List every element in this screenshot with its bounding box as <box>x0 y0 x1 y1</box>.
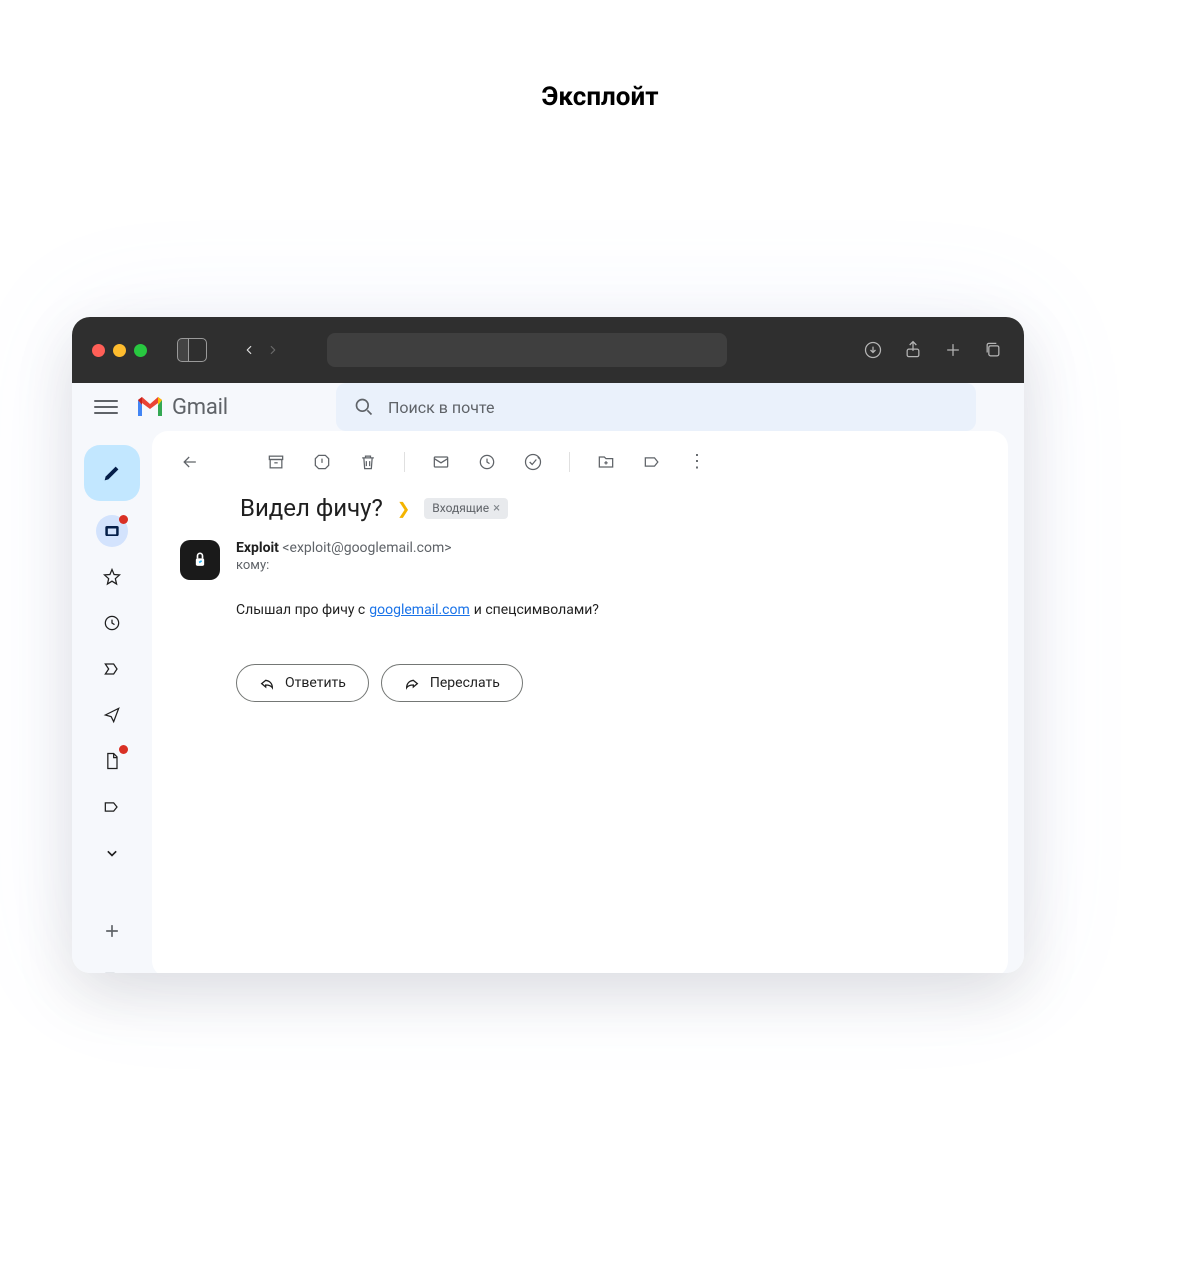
gmail-logo[interactable]: Gmail <box>136 395 228 420</box>
new-label-icon[interactable] <box>96 915 128 947</box>
drafts-badge <box>119 745 128 754</box>
move-to-icon[interactable] <box>596 452 616 472</box>
reply-button[interactable]: Ответить <box>236 664 369 702</box>
hamburger-icon[interactable] <box>94 395 118 419</box>
gmail-m-icon <box>136 396 164 418</box>
search-placeholder: Поиск в почте <box>388 398 495 417</box>
search-icon <box>354 397 374 417</box>
sender-avatar[interactable] <box>180 540 220 580</box>
categories-icon[interactable] <box>96 791 128 823</box>
snooze-icon[interactable] <box>477 452 497 472</box>
to-line[interactable]: кому: <box>236 558 452 573</box>
message: Exploit <exploit@googlemail.com> кому: С… <box>152 540 1008 702</box>
inbox-chip[interactable]: Входящие × <box>424 498 508 519</box>
inbox-icon[interactable] <box>96 515 128 547</box>
spam-icon[interactable] <box>312 452 332 472</box>
message-toolbar: ⋮ <box>152 451 1008 494</box>
gmail-sidebar <box>72 431 152 973</box>
email-subject: Видел фичу? <box>240 494 383 522</box>
more-actions-icon[interactable]: ⋮ <box>688 451 706 472</box>
maximize-window-dot[interactable] <box>134 344 147 357</box>
tabs-icon[interactable] <box>982 339 1004 361</box>
compose-button[interactable] <box>84 445 140 501</box>
toolbar-separator <box>569 452 570 472</box>
share-icon[interactable] <box>902 339 924 361</box>
email-body: Слышал про фичу с googlemail.com и спецс… <box>236 602 1008 618</box>
search-bar[interactable]: Поиск в почте <box>336 383 976 431</box>
traffic-lights <box>92 344 147 357</box>
important-icon[interactable] <box>96 653 128 685</box>
drafts-icon[interactable] <box>96 745 128 777</box>
forward-button[interactable]: Переслать <box>381 664 523 702</box>
gmail-logo-text: Gmail <box>172 395 228 420</box>
browser-chrome <box>72 317 1024 383</box>
archive-icon[interactable] <box>266 452 286 472</box>
nav-arrows <box>239 340 283 360</box>
gmail-content: ⋮ Видел фичу? ❯ Входящие × <box>152 431 1008 973</box>
close-window-dot[interactable] <box>92 344 105 357</box>
toolbar-separator <box>404 452 405 472</box>
starred-icon[interactable] <box>96 561 128 593</box>
unread-badge <box>119 515 128 524</box>
chip-close-icon[interactable]: × <box>493 501 500 516</box>
add-task-icon[interactable] <box>523 452 543 472</box>
sender-name: Exploit <box>236 540 279 556</box>
delete-icon[interactable] <box>358 452 378 472</box>
inbox-chip-label: Входящие <box>432 501 489 515</box>
download-icon[interactable] <box>862 339 884 361</box>
more-icon[interactable] <box>96 837 128 869</box>
gmail-header: Gmail Поиск в почте <box>72 383 1024 431</box>
labels-icon[interactable] <box>642 452 662 472</box>
back-button[interactable] <box>239 340 259 360</box>
subject-row: Видел фичу? ❯ Входящие × <box>152 494 1008 540</box>
importance-chevron-icon[interactable]: ❯ <box>397 499 410 518</box>
browser-window: Gmail Поиск в почте <box>72 317 1024 973</box>
mark-unread-icon[interactable] <box>431 452 451 472</box>
body-link[interactable]: googlemail.com <box>369 602 470 618</box>
address-bar[interactable] <box>327 333 727 367</box>
snoozed-icon[interactable] <box>96 607 128 639</box>
new-tab-icon[interactable] <box>942 339 964 361</box>
reply-label: Ответить <box>285 675 346 691</box>
sent-icon[interactable] <box>96 699 128 731</box>
body-text-before: Слышал про фичу с <box>236 602 365 618</box>
sidebar-toggle-icon[interactable] <box>177 338 207 362</box>
message-actions: Ответить Переслать <box>236 664 1008 702</box>
label-icon[interactable] <box>96 961 128 973</box>
from-line: Exploit <exploit@googlemail.com> <box>236 540 452 556</box>
message-header: Exploit <exploit@googlemail.com> кому: <box>180 540 1008 580</box>
page-title: Эксплойт <box>0 82 1200 112</box>
back-arrow-icon[interactable] <box>180 452 200 472</box>
forward-label: Переслать <box>430 675 500 691</box>
forward-button[interactable] <box>263 340 283 360</box>
body-text-after: и спецсимволами? <box>474 602 599 618</box>
gmail-app: Gmail Поиск в почте <box>72 383 1024 973</box>
minimize-window-dot[interactable] <box>113 344 126 357</box>
sender-email: <exploit@googlemail.com> <box>282 540 451 556</box>
